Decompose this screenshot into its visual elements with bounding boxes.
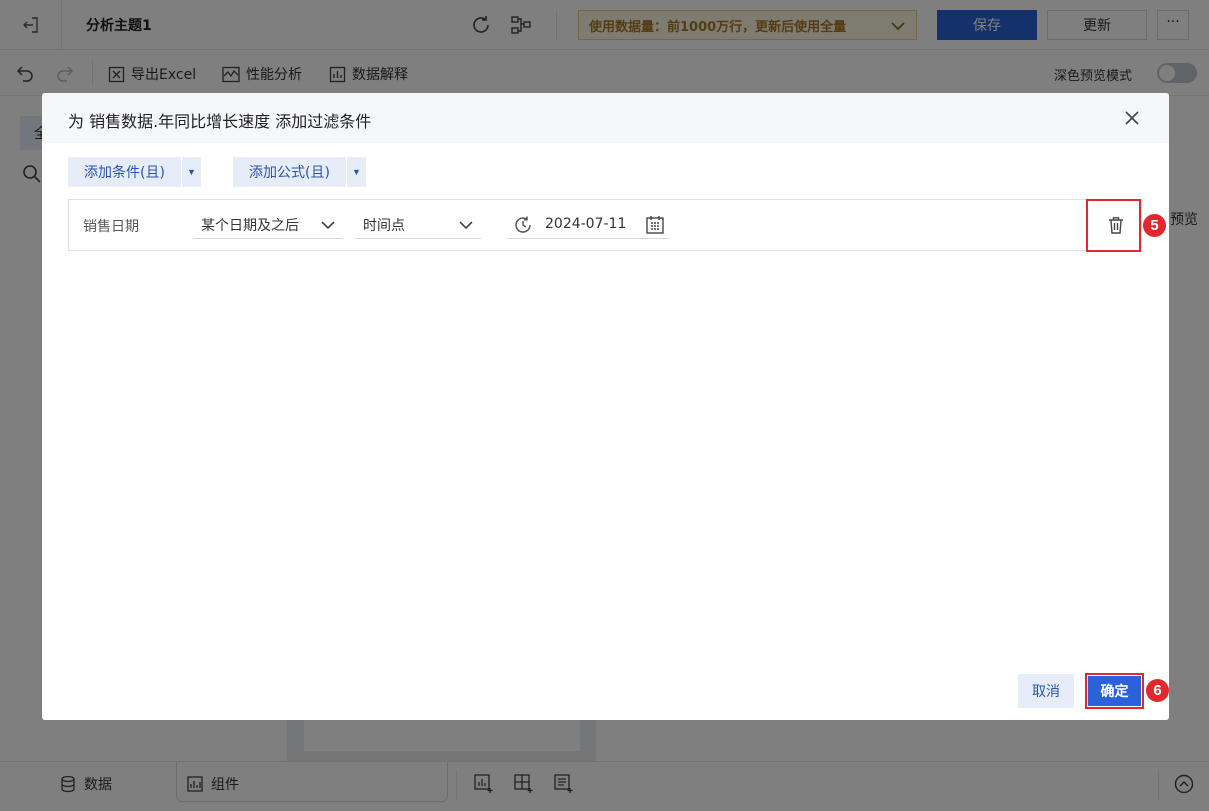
- cancel-button[interactable]: 取消: [1018, 674, 1074, 708]
- close-icon[interactable]: [1123, 109, 1141, 127]
- condition-field-name: 销售日期: [83, 219, 139, 235]
- confirm-highlight: 确定: [1085, 673, 1144, 709]
- delete-condition-highlight: [1086, 199, 1141, 252]
- history-clock-icon: [515, 216, 531, 233]
- operator-value: 某个日期及之后: [201, 217, 299, 234]
- chevron-down-icon: [459, 221, 473, 230]
- time-type-value: 时间点: [363, 217, 405, 234]
- add-formula-dropdown[interactable]: ▼: [345, 157, 366, 187]
- add-condition-dropdown[interactable]: ▼: [180, 157, 201, 187]
- time-type-select[interactable]: 时间点: [355, 211, 481, 239]
- add-condition-split-button: 添加条件(且) ▼: [68, 157, 201, 187]
- date-picker[interactable]: 2024-07-11: [507, 211, 669, 239]
- chevron-down-icon: [321, 221, 335, 230]
- condition-row: 销售日期 某个日期及之后 时间点 2024-07-11: [68, 199, 1142, 251]
- step-badge-5: 5: [1143, 214, 1166, 237]
- add-formula-split-button: 添加公式(且) ▼: [233, 157, 366, 187]
- dialog-title: 为 销售数据.年同比增长速度 添加过滤条件: [68, 112, 372, 131]
- operator-select[interactable]: 某个日期及之后: [193, 211, 343, 239]
- date-value: 2024-07-11: [545, 216, 627, 232]
- add-condition-button[interactable]: 添加条件(且): [68, 157, 181, 187]
- calendar-icon[interactable]: [645, 215, 665, 235]
- filter-condition-dialog: 为 销售数据.年同比增长速度 添加过滤条件 添加条件(且) ▼ 添加公式(且) …: [42, 93, 1169, 720]
- add-formula-button[interactable]: 添加公式(且): [233, 157, 346, 187]
- dialog-header: 为 销售数据.年同比增长速度 添加过滤条件: [42, 93, 1169, 143]
- confirm-button[interactable]: 确定: [1088, 676, 1141, 706]
- step-badge-6: 6: [1146, 679, 1169, 702]
- trash-icon[interactable]: [1108, 216, 1124, 234]
